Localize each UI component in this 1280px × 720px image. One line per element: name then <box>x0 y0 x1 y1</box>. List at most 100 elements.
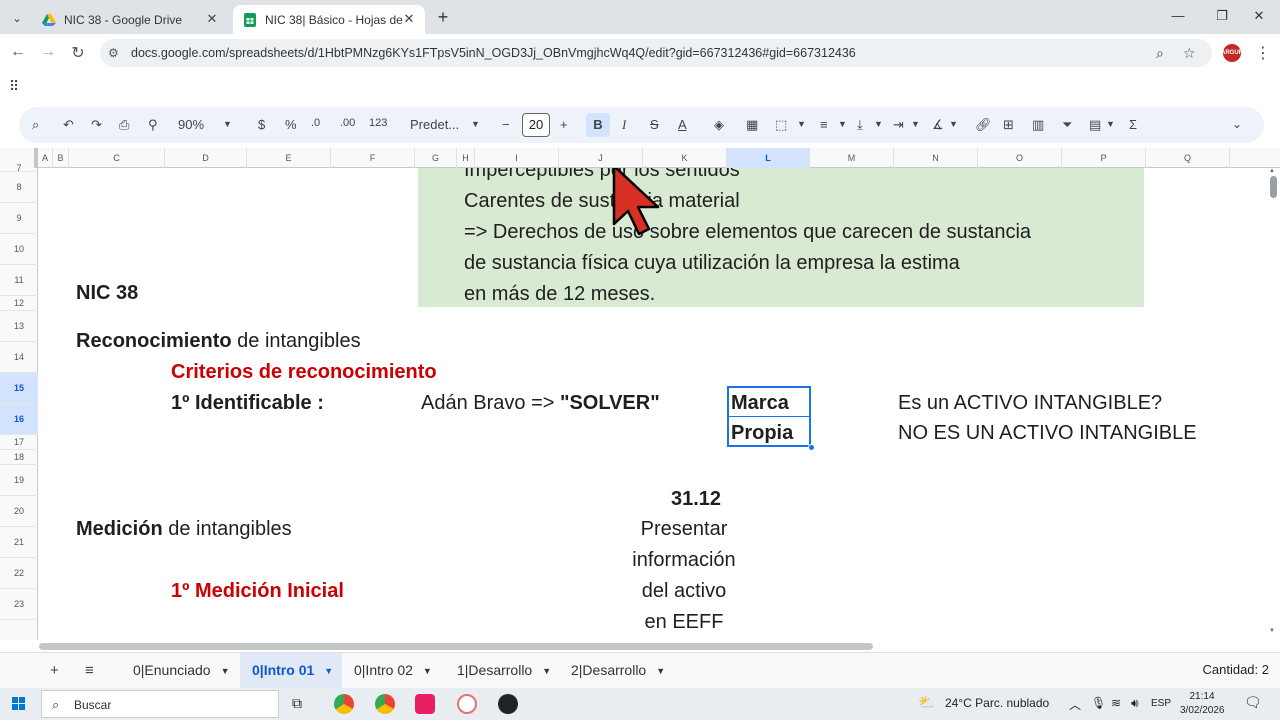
sheet-tab-active[interactable]: 0|Intro 01 ▼ <box>240 653 342 688</box>
cell-selection-box[interactable] <box>727 386 811 447</box>
insert-chart-icon[interactable]: ▥ <box>1032 117 1044 133</box>
text-rotation-icon[interactable]: ∡ <box>932 117 944 133</box>
percent-button[interactable]: % <box>285 117 297 132</box>
tab-nic38-sheet[interactable]: NIC 38| Básico - Hojas de cálcul ✕ <box>233 5 425 34</box>
weather-icon[interactable]: ⛅ <box>918 694 935 711</box>
chevron-down-icon[interactable]: ▼ <box>223 119 232 129</box>
row-header-8[interactable]: 8 <box>0 172 38 203</box>
url-text[interactable]: docs.google.com/spreadsheets/d/1HbtPMNzg… <box>131 46 856 60</box>
chevron-down-icon[interactable]: ▼ <box>949 119 958 129</box>
clock[interactable]: 21:14 3/02/2026 <box>1180 690 1225 718</box>
column-header-j[interactable]: J <box>559 148 643 168</box>
horizontal-scrollbar[interactable] <box>39 640 1266 652</box>
wifi-icon[interactable]: ≋ <box>1111 696 1121 710</box>
row-header-13[interactable]: 13 <box>0 311 38 342</box>
apps-grid-icon[interactable]: ⠿ <box>9 78 19 95</box>
text-wrap-icon[interactable]: ⇥ <box>893 117 904 133</box>
insert-link-icon[interactable]: 🔗︎ <box>975 117 992 133</box>
vertical-align-icon[interactable]: ⤓ <box>857 117 863 133</box>
row-header-17[interactable]: 17 <box>0 435 38 450</box>
row-header-11[interactable]: 11 <box>0 265 38 296</box>
column-header-g[interactable]: G <box>415 148 457 168</box>
windows-start-icon[interactable] <box>12 697 26 711</box>
forward-icon[interactable]: → <box>38 43 58 61</box>
chevron-down-icon[interactable]: ▼ <box>797 119 806 129</box>
currency-button[interactable]: $ <box>258 117 265 132</box>
close-window-icon[interactable]: ✕ <box>1250 8 1268 24</box>
close-tab-icon[interactable]: ✕ <box>401 11 417 27</box>
number-format-button[interactable]: 123 <box>369 117 387 129</box>
column-header-i[interactable]: I <box>475 148 559 168</box>
column-header-h[interactable]: H <box>457 148 475 168</box>
row-header-14[interactable]: 14 <box>0 342 38 373</box>
fill-handle[interactable] <box>808 444 815 451</box>
close-tab-icon[interactable]: ✕ <box>204 11 220 27</box>
filter-icon[interactable]: ⏷ <box>1062 117 1072 133</box>
zoom-icon[interactable]: ⌕ <box>1156 45 1164 62</box>
chevron-down-icon[interactable]: ▼ <box>1106 119 1115 129</box>
microphone-icon[interactable]: 🎙︎ <box>1091 696 1106 710</box>
column-header-e[interactable]: E <box>247 148 331 168</box>
sheet-tab[interactable]: 0|Enunciado ▼ <box>121 653 240 688</box>
column-header-a[interactable]: A <box>38 148 53 168</box>
chevron-down-icon[interactable]: ▼ <box>324 666 333 676</box>
print-icon[interactable]: ⎙ <box>119 117 129 133</box>
paint-format-icon[interactable]: ⚲ <box>148 117 158 133</box>
browser-menu-icon[interactable]: ⋮ <box>1255 43 1271 63</box>
sheet-tab[interactable]: 2|Desarrollo ▼ <box>559 653 673 688</box>
merge-cells-icon[interactable]: ⬚ <box>775 117 787 133</box>
all-sheets-icon[interactable]: ≡ <box>85 662 94 679</box>
increase-decimal-button[interactable]: .00 <box>340 117 355 129</box>
row-header-9[interactable]: 9 <box>0 203 38 234</box>
selection-count[interactable]: Cantidad: 2 <box>1203 662 1270 677</box>
chevron-down-icon[interactable]: ▼ <box>656 666 665 676</box>
chevron-down-icon[interactable]: ▼ <box>221 666 230 676</box>
chevron-down-icon[interactable]: ▼ <box>542 666 551 676</box>
taskbar-search[interactable]: ⌕ Buscar <box>41 690 279 718</box>
chrome-icon[interactable] <box>375 694 395 714</box>
site-info-icon[interactable]: ⚙ <box>108 46 119 60</box>
scroll-thumb[interactable] <box>1270 176 1277 198</box>
zoom-select[interactable]: 90% <box>178 117 204 132</box>
column-header-q[interactable]: Q <box>1146 148 1230 168</box>
align-left-icon[interactable]: ≡ <box>820 117 828 132</box>
chevron-down-icon[interactable]: ▼ <box>471 119 480 129</box>
filter-views-icon[interactable]: ▤ <box>1089 117 1101 133</box>
insert-comment-icon[interactable]: ⊞ <box>1003 117 1014 133</box>
row-header-18[interactable]: 18 <box>0 450 38 465</box>
row-header-10[interactable]: 10 <box>0 234 38 265</box>
bookmark-star-icon[interactable]: ☆ <box>1183 45 1196 62</box>
weather-text[interactable]: 24°C Parc. nublado <box>945 696 1049 710</box>
decrease-decimal-button[interactable]: .0 <box>311 117 320 129</box>
chevron-down-icon[interactable]: ▼ <box>423 666 432 676</box>
spreadsheet-grid[interactable]: Imperceptibles por los sentidos Carentes… <box>39 168 1266 640</box>
search-menus-icon[interactable]: ⌕ <box>32 117 39 133</box>
row-header-12[interactable]: 12 <box>0 296 38 311</box>
bold-button[interactable]: B <box>586 113 610 137</box>
row-header-20[interactable]: 20 <box>0 496 38 527</box>
task-view-icon[interactable]: ⧉ <box>292 695 302 712</box>
row-header-15[interactable]: 15 <box>0 373 38 404</box>
reload-icon[interactable]: ↻ <box>68 43 88 63</box>
column-header-k[interactable]: K <box>643 148 727 168</box>
redo-icon[interactable]: ↷ <box>91 117 102 133</box>
column-header-c[interactable]: C <box>69 148 165 168</box>
profile-avatar[interactable]: ARGUR <box>1221 44 1243 62</box>
row-header-7[interactable]: 7 <box>0 164 38 173</box>
decrease-font-size-icon[interactable]: − <box>502 117 510 132</box>
italic-button[interactable]: I <box>622 117 626 133</box>
increase-font-size-icon[interactable]: + <box>560 117 568 132</box>
scroll-thumb[interactable] <box>39 643 873 650</box>
chevron-up-icon[interactable]: ︿ <box>1069 696 1081 713</box>
sheet-tab[interactable]: 1|Desarrollo ▼ <box>445 653 559 688</box>
column-header-m[interactable]: M <box>810 148 894 168</box>
column-header-b[interactable]: B <box>53 148 69 168</box>
row-header-22[interactable]: 22 <box>0 558 38 589</box>
chrome-icon[interactable] <box>334 694 354 714</box>
column-header-f[interactable]: F <box>331 148 415 168</box>
column-header-p[interactable]: P <box>1062 148 1146 168</box>
row-header-16[interactable]: 16 <box>0 404 38 435</box>
language-indicator[interactable]: ESP <box>1151 698 1171 709</box>
tiktok-icon[interactable] <box>415 694 435 714</box>
notifications-icon[interactable]: 🗨︎ <box>1244 694 1262 711</box>
